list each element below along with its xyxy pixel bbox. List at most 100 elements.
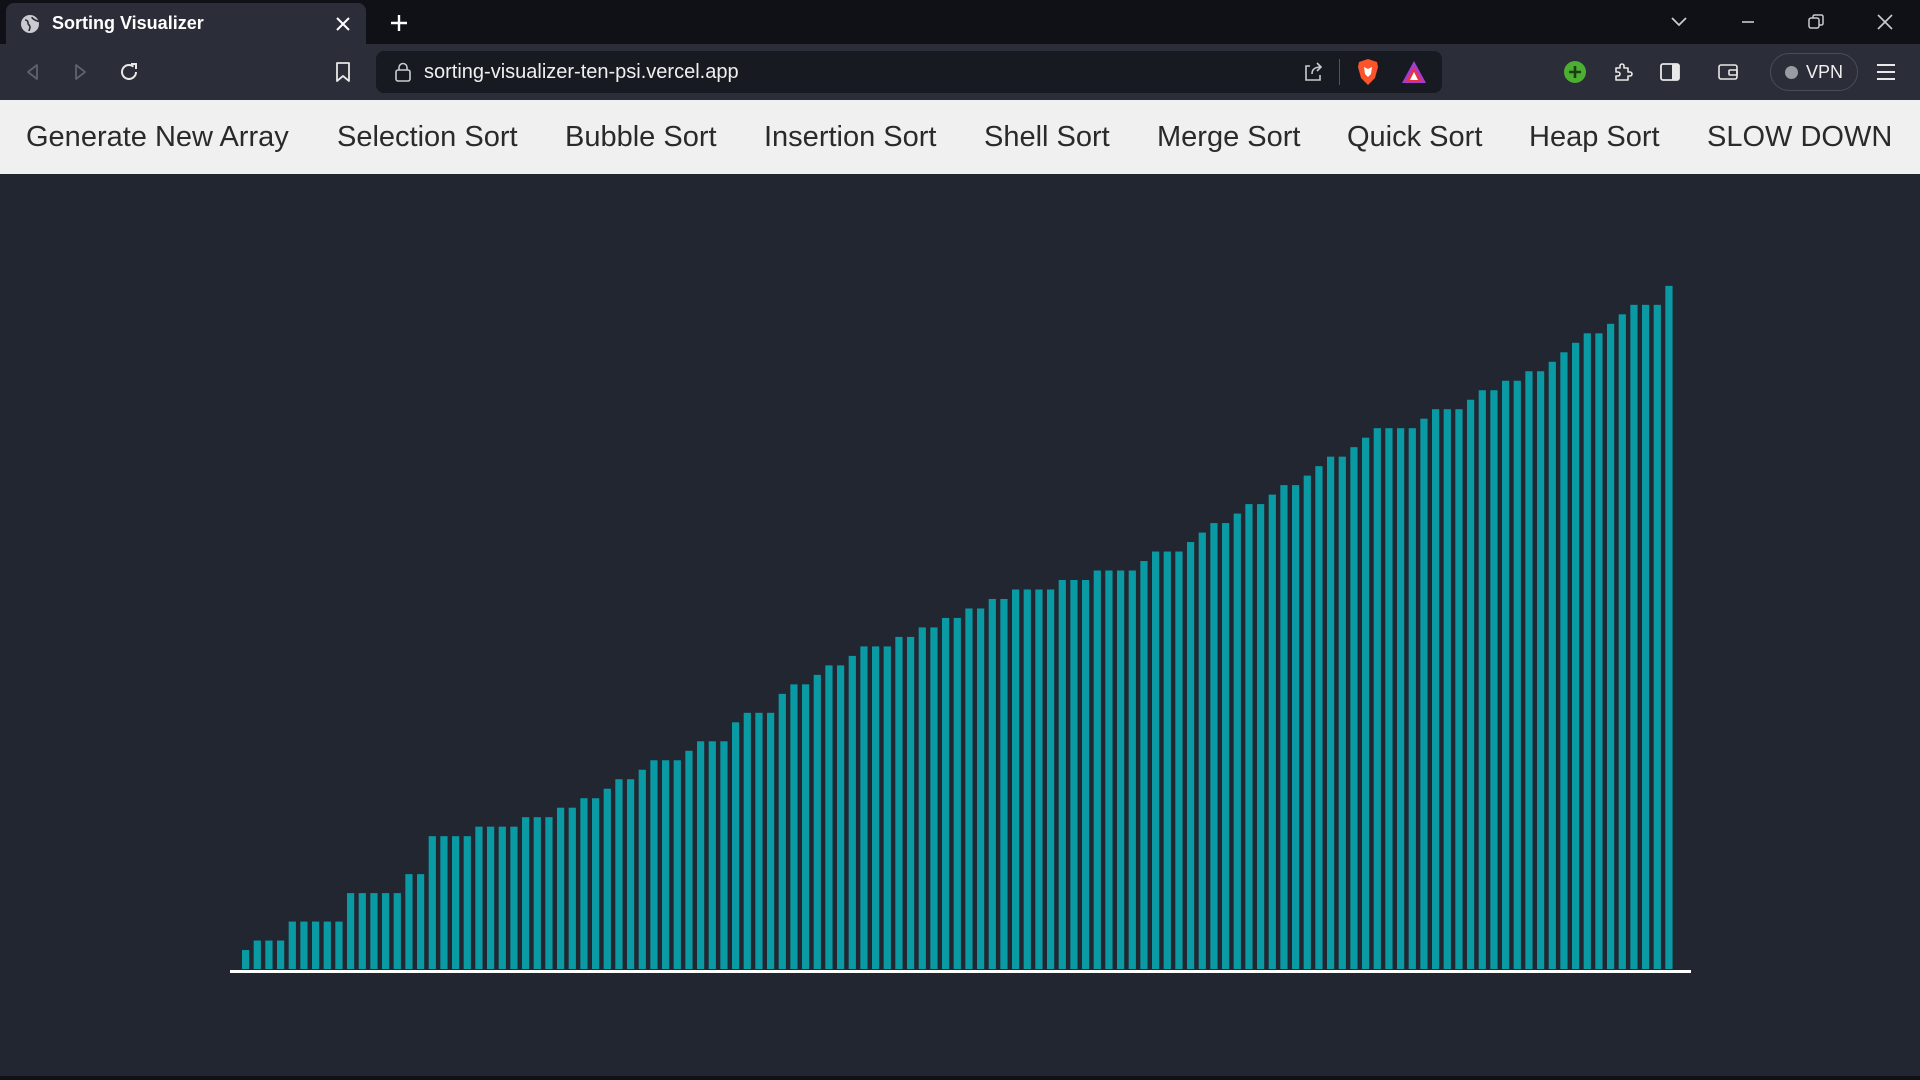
array-bar (568, 807, 576, 969)
array-bar (1315, 466, 1323, 969)
wallet-icon[interactable] (1709, 53, 1747, 91)
array-bar (1385, 428, 1393, 969)
vpn-button[interactable]: VPN (1770, 53, 1858, 91)
array-bar (662, 760, 670, 969)
array-bar (907, 636, 915, 969)
array-bar (1280, 485, 1288, 969)
insertion-sort-button[interactable]: Insertion Sort (764, 100, 936, 174)
close-window-icon[interactable] (1859, 4, 1911, 40)
menu-icon[interactable] (1867, 53, 1905, 91)
browser-tab[interactable]: Sorting Visualizer (6, 3, 366, 44)
array-bar (615, 779, 623, 969)
brave-rewards-icon[interactable] (1396, 54, 1432, 90)
back-icon[interactable] (14, 53, 52, 91)
extension-plus-icon[interactable] (1556, 53, 1594, 91)
array-bar (498, 826, 506, 969)
address-bar-divider (1339, 59, 1340, 85)
array-bar (545, 817, 553, 969)
array-bar (778, 693, 786, 969)
url-text[interactable]: sorting-visualizer-ten-psi.vercel.app (424, 61, 1295, 84)
bubble-sort-button[interactable]: Bubble Sort (565, 100, 717, 174)
array-bar (1525, 371, 1533, 969)
array-bar (942, 617, 950, 969)
array-bar (1140, 561, 1148, 969)
lock-icon[interactable] (392, 61, 414, 83)
address-bar[interactable]: sorting-visualizer-ten-psi.vercel.app (376, 51, 1442, 93)
array-bar (650, 760, 658, 969)
window-bottom-edge (0, 1076, 1920, 1080)
array-bar (965, 608, 973, 969)
array-bar (1152, 551, 1160, 969)
array-bar (1047, 589, 1055, 969)
array-bar (1187, 542, 1195, 969)
array-bar (557, 807, 565, 969)
array-bar (1012, 589, 1020, 969)
array-bar (603, 788, 611, 969)
share-icon[interactable] (1295, 54, 1331, 90)
array-bar (1618, 314, 1626, 969)
array-bar (1548, 361, 1556, 969)
array-bar (1478, 390, 1486, 969)
array-bar (358, 893, 366, 969)
sidebar-toggle-icon[interactable] (1651, 53, 1689, 91)
browser-toolbar: sorting-visualizer-ten-psi.vercel.app VP… (0, 44, 1920, 100)
array-bar (1455, 409, 1463, 969)
array-bar (708, 741, 716, 969)
app-nav-bar: Generate New Array Selection Sort Bubble… (0, 100, 1920, 174)
forward-icon[interactable] (61, 53, 99, 91)
array-bar (860, 646, 868, 969)
array-bar (1420, 418, 1428, 969)
tab-search-chevron-icon[interactable] (1653, 4, 1705, 40)
array-bar (685, 750, 693, 969)
close-tab-icon[interactable] (326, 7, 360, 41)
array-bar (1338, 456, 1346, 969)
array-bar (475, 826, 483, 969)
array-bar (1327, 456, 1335, 969)
array-bar (918, 627, 926, 969)
array-bar (440, 836, 448, 969)
array-bar (1432, 409, 1440, 969)
array-bar (1245, 504, 1253, 969)
array-bar (428, 836, 436, 969)
slow-down-button[interactable]: SLOW DOWN (1707, 100, 1892, 174)
array-bar (533, 817, 541, 969)
shell-sort-button[interactable]: Shell Sort (984, 100, 1110, 174)
array-bar (988, 598, 996, 969)
array-bar (1537, 371, 1545, 969)
array-bar (1233, 513, 1241, 969)
array-bar (1105, 570, 1113, 969)
selection-sort-button[interactable]: Selection Sort (337, 100, 518, 174)
quick-sort-button[interactable]: Quick Sort (1347, 100, 1482, 174)
array-bar (1502, 380, 1510, 969)
tab-title: Sorting Visualizer (52, 13, 204, 33)
array-bar (265, 940, 273, 969)
array-bar (312, 921, 320, 969)
array-bar (1093, 570, 1101, 969)
array-bar (872, 646, 880, 969)
array-bar (802, 684, 810, 969)
array-bar (930, 627, 938, 969)
array-bar (580, 798, 588, 969)
array-bar (405, 874, 413, 969)
array-bar (1058, 579, 1066, 969)
brave-shields-icon[interactable] (1350, 54, 1386, 90)
generate-new-array-button[interactable]: Generate New Array (26, 100, 289, 174)
array-bar (743, 712, 751, 969)
bookmark-icon[interactable] (324, 53, 362, 91)
array-bar (638, 769, 646, 969)
array-bar (697, 741, 705, 969)
minimize-icon[interactable] (1722, 4, 1774, 40)
merge-sort-button[interactable]: Merge Sort (1157, 100, 1300, 174)
array-bar (253, 940, 261, 969)
reload-icon[interactable] (110, 53, 148, 91)
extensions-puzzle-icon[interactable] (1604, 53, 1642, 91)
array-bar (813, 674, 821, 969)
new-tab-icon[interactable] (382, 6, 416, 40)
array-bar (953, 617, 961, 969)
heap-sort-button[interactable]: Heap Sort (1529, 100, 1660, 174)
restore-icon[interactable] (1790, 4, 1842, 40)
array-bar (1268, 494, 1276, 969)
array-bar (1292, 485, 1300, 969)
array-bar (1198, 532, 1206, 969)
array-bar (592, 798, 600, 969)
